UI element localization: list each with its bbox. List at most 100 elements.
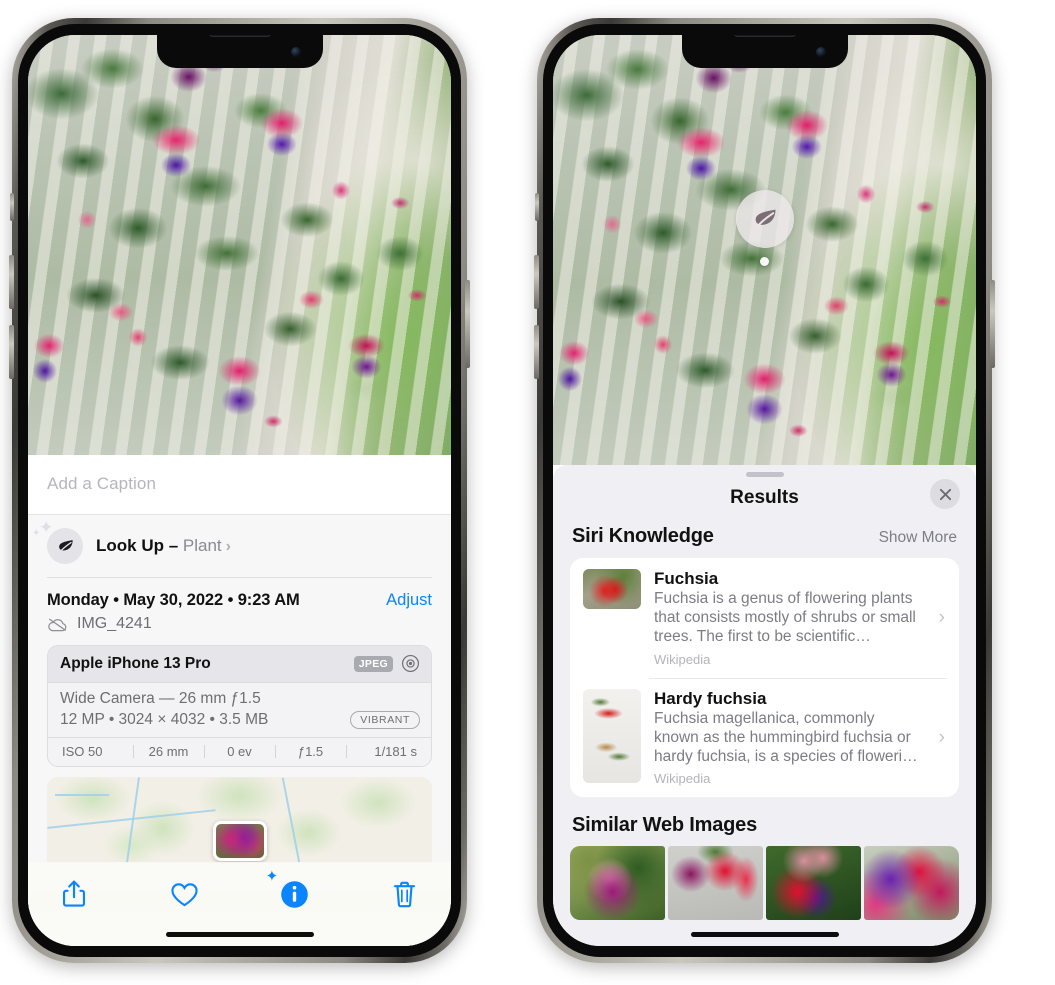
map-road bbox=[281, 777, 300, 863]
knowledge-description: Fuchsia is a genus of flowering plants t… bbox=[654, 590, 916, 645]
leaf-icon: ✦ ✦ bbox=[32, 519, 83, 564]
volume-down-button[interactable] bbox=[534, 325, 539, 379]
left-phone-screen: Add a Caption ✦ ✦ Look Up – Plant › Mond… bbox=[28, 35, 451, 946]
look-up-subject: Plant bbox=[182, 536, 222, 555]
silent-switch[interactable] bbox=[535, 193, 539, 221]
home-indicator[interactable] bbox=[690, 932, 839, 937]
map-pin-thumbnail bbox=[215, 824, 264, 858]
web-image-3[interactable] bbox=[766, 846, 861, 921]
date-row: Monday • May 30, 2022 • 9:23 AM Adjust bbox=[28, 578, 451, 611]
look-up-row[interactable]: ✦ ✦ Look Up – Plant › bbox=[28, 515, 451, 578]
aperture-icon bbox=[401, 654, 420, 673]
look-up-label: Look Up – Plant › bbox=[96, 536, 231, 556]
photo-blooms bbox=[28, 35, 451, 455]
knowledge-description: Fuchsia magellanica, commonly known as t… bbox=[654, 709, 918, 765]
knowledge-thumbnail bbox=[583, 569, 641, 609]
location-map[interactable] bbox=[47, 777, 432, 863]
exif-stat-aperture: ƒ1.5 bbox=[275, 744, 346, 759]
knowledge-body: Hardy fuchsia Fuchsia magellanica, commo… bbox=[654, 689, 926, 787]
knowledge-source: Wikipedia bbox=[654, 771, 711, 787]
info-icon bbox=[281, 880, 308, 908]
chevron-right-icon: › bbox=[225, 538, 231, 555]
earpiece-speaker bbox=[208, 35, 271, 37]
look-up-prefix: Look Up – bbox=[96, 536, 183, 555]
siri-knowledge-header: Siri Knowledge Show More bbox=[553, 525, 976, 558]
web-image-4[interactable] bbox=[864, 846, 959, 921]
left-phone-bezel: Add a Caption ✦ ✦ Look Up – Plant › Mond… bbox=[18, 24, 461, 957]
similar-web-images-strip[interactable] bbox=[553, 846, 976, 921]
siri-knowledge-title: Siri Knowledge bbox=[572, 525, 714, 547]
sparkle-icon-large: ✦ bbox=[39, 518, 54, 537]
exif-stats-row: ISO 50 26 mm 0 ev ƒ1.5 1/181 s bbox=[48, 737, 431, 766]
delete-button[interactable] bbox=[383, 874, 427, 914]
exif-card[interactable]: Apple iPhone 13 Pro JPEG Wide Camera — 2… bbox=[47, 645, 432, 767]
volume-up-button[interactable] bbox=[534, 255, 539, 309]
power-button[interactable] bbox=[990, 280, 995, 368]
device-name: Apple iPhone 13 Pro bbox=[60, 654, 211, 672]
close-icon bbox=[939, 488, 951, 500]
front-camera bbox=[815, 47, 826, 57]
list-item[interactable]: Fuchsia Fuchsia is a genus of flowering … bbox=[570, 558, 959, 678]
photo-viewer[interactable] bbox=[28, 35, 451, 455]
web-image-1[interactable] bbox=[570, 846, 665, 921]
leaf-icon bbox=[735, 190, 794, 248]
format-badge: JPEG bbox=[353, 655, 393, 672]
power-button[interactable] bbox=[465, 280, 470, 368]
map-photo-pin[interactable] bbox=[212, 821, 267, 861]
list-item[interactable]: Hardy fuchsia Fuchsia magellanica, commo… bbox=[570, 677, 959, 798]
heart-icon bbox=[171, 882, 198, 906]
results-header: Results bbox=[553, 477, 976, 525]
vibrant-badge: VIBRANT bbox=[350, 711, 420, 729]
info-button[interactable]: ✦ bbox=[266, 869, 317, 914]
exif-stat-shutter: 1/181 s bbox=[346, 744, 429, 759]
marker-dot bbox=[760, 257, 769, 266]
notch bbox=[156, 35, 323, 68]
siri-knowledge-card: Fuchsia Fuchsia is a genus of flowering … bbox=[570, 558, 959, 798]
sparkle-icon-small: ✦ bbox=[32, 528, 41, 539]
right-phone-device: Results Siri Knowledge Show More Fuchsia… bbox=[534, 18, 995, 963]
exif-stat-focal: 26 mm bbox=[133, 744, 204, 759]
notch bbox=[681, 35, 848, 68]
exif-header: Apple iPhone 13 Pro JPEG bbox=[48, 646, 431, 683]
knowledge-source: Wikipedia bbox=[654, 651, 711, 667]
right-phone-screen: Results Siri Knowledge Show More Fuchsia… bbox=[553, 35, 976, 946]
visual-lookup-marker[interactable] bbox=[735, 190, 794, 266]
favorite-button[interactable] bbox=[162, 874, 206, 914]
exif-details: Wide Camera — 26 mm ƒ1.5 12 MP • 3024 × … bbox=[48, 683, 431, 737]
filename-text: IMG_4241 bbox=[77, 615, 152, 632]
knowledge-title: Hardy fuchsia bbox=[654, 688, 767, 708]
lens-line: Wide Camera — 26 mm ƒ1.5 bbox=[60, 690, 261, 707]
results-title: Results bbox=[730, 487, 799, 508]
filename-row: IMG_4241 bbox=[28, 611, 451, 645]
trash-icon bbox=[394, 881, 416, 907]
earpiece-speaker bbox=[733, 35, 796, 37]
exif-stat-iso: ISO 50 bbox=[62, 744, 103, 759]
volume-down-button[interactable] bbox=[9, 325, 14, 379]
share-icon bbox=[62, 880, 86, 907]
share-button[interactable] bbox=[52, 874, 96, 914]
chevron-right-icon: › bbox=[938, 606, 945, 628]
photo-date: Monday • May 30, 2022 • 9:23 AM bbox=[47, 591, 300, 609]
silent-switch[interactable] bbox=[10, 193, 14, 221]
close-button[interactable] bbox=[930, 479, 960, 509]
show-more-button[interactable]: Show More bbox=[879, 529, 957, 547]
web-image-2[interactable] bbox=[668, 846, 763, 921]
home-indicator[interactable] bbox=[165, 932, 314, 937]
knowledge-title: Fuchsia bbox=[654, 569, 719, 588]
knowledge-thumbnail bbox=[583, 688, 641, 783]
similar-web-images-title: Similar Web Images bbox=[572, 814, 757, 837]
results-sheet: Results Siri Knowledge Show More Fuchsia… bbox=[553, 465, 976, 946]
chevron-right-icon: › bbox=[938, 726, 945, 748]
similar-web-images-header: Similar Web Images bbox=[553, 797, 976, 846]
sparkle-icon: ✦ bbox=[265, 868, 279, 885]
cloud-off-icon bbox=[48, 618, 67, 631]
caption-input[interactable]: Add a Caption bbox=[28, 455, 451, 515]
right-phone-bezel: Results Siri Knowledge Show More Fuchsia… bbox=[543, 24, 986, 957]
knowledge-body: Fuchsia Fuchsia is a genus of flowering … bbox=[654, 569, 926, 667]
left-phone-device: Add a Caption ✦ ✦ Look Up – Plant › Mond… bbox=[9, 18, 470, 963]
exif-stat-ev: 0 ev bbox=[204, 744, 275, 759]
front-camera bbox=[290, 47, 301, 57]
map-road bbox=[54, 794, 109, 797]
volume-up-button[interactable] bbox=[9, 255, 14, 309]
adjust-button[interactable]: Adjust bbox=[386, 591, 432, 610]
